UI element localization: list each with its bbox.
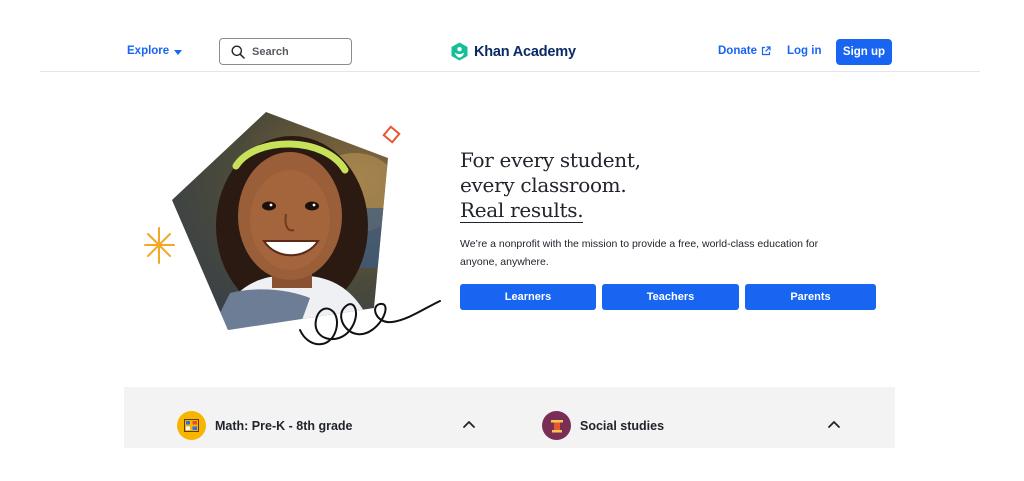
student-photo: [172, 112, 388, 330]
subject-social-studies[interactable]: Social studies: [542, 411, 664, 440]
subjects-panel: Math: Pre-K - 8th grade Social studies: [124, 387, 895, 448]
caret-down-icon: [174, 49, 183, 55]
logo-text: Khan Academy: [474, 43, 576, 60]
hero-heading-line-2: every classroom.: [460, 173, 627, 197]
hero-heading-line-1: For every student,: [460, 148, 641, 172]
search-input[interactable]: Search: [219, 38, 352, 65]
parents-button[interactable]: Parents: [745, 284, 876, 310]
subject-social-label: Social studies: [580, 418, 665, 433]
search-placeholder: Search: [252, 45, 289, 58]
donate-link[interactable]: Donate: [718, 45, 771, 57]
chevron-up-icon[interactable]: [827, 419, 841, 429]
hero-heading: For every student, every classroom. Real…: [460, 148, 641, 223]
hero-description: We’re a nonprofit with the mission to pr…: [460, 238, 819, 268]
login-link[interactable]: Log in: [787, 45, 822, 57]
teachers-button[interactable]: Teachers: [602, 284, 739, 310]
khan-academy-logo[interactable]: Khan Academy: [451, 42, 576, 61]
diamond-shape-icon: [382, 125, 401, 144]
signup-button[interactable]: Sign up: [836, 39, 892, 65]
column-icon: [542, 411, 571, 440]
abacus-icon: [177, 411, 206, 440]
hexagon-logo-icon: [451, 42, 468, 61]
chevron-up-icon[interactable]: [462, 419, 476, 429]
hero-illustration: [144, 112, 441, 346]
learners-button[interactable]: Learners: [460, 284, 596, 310]
hero-heading-line-3: Real results.: [460, 198, 584, 223]
top-nav: Explore Search Khan Academy Donate Log i…: [40, 32, 980, 72]
subject-math-label: Math: Pre-K - 8th grade: [215, 418, 353, 433]
explore-label: Explore: [127, 45, 170, 57]
donate-label: Donate: [718, 45, 757, 57]
sparkle-icon: [144, 227, 175, 264]
external-link-icon: [761, 46, 771, 56]
subject-math[interactable]: Math: Pre-K - 8th grade: [177, 411, 353, 440]
explore-menu-button[interactable]: Explore: [127, 45, 183, 57]
search-icon: [231, 45, 245, 59]
